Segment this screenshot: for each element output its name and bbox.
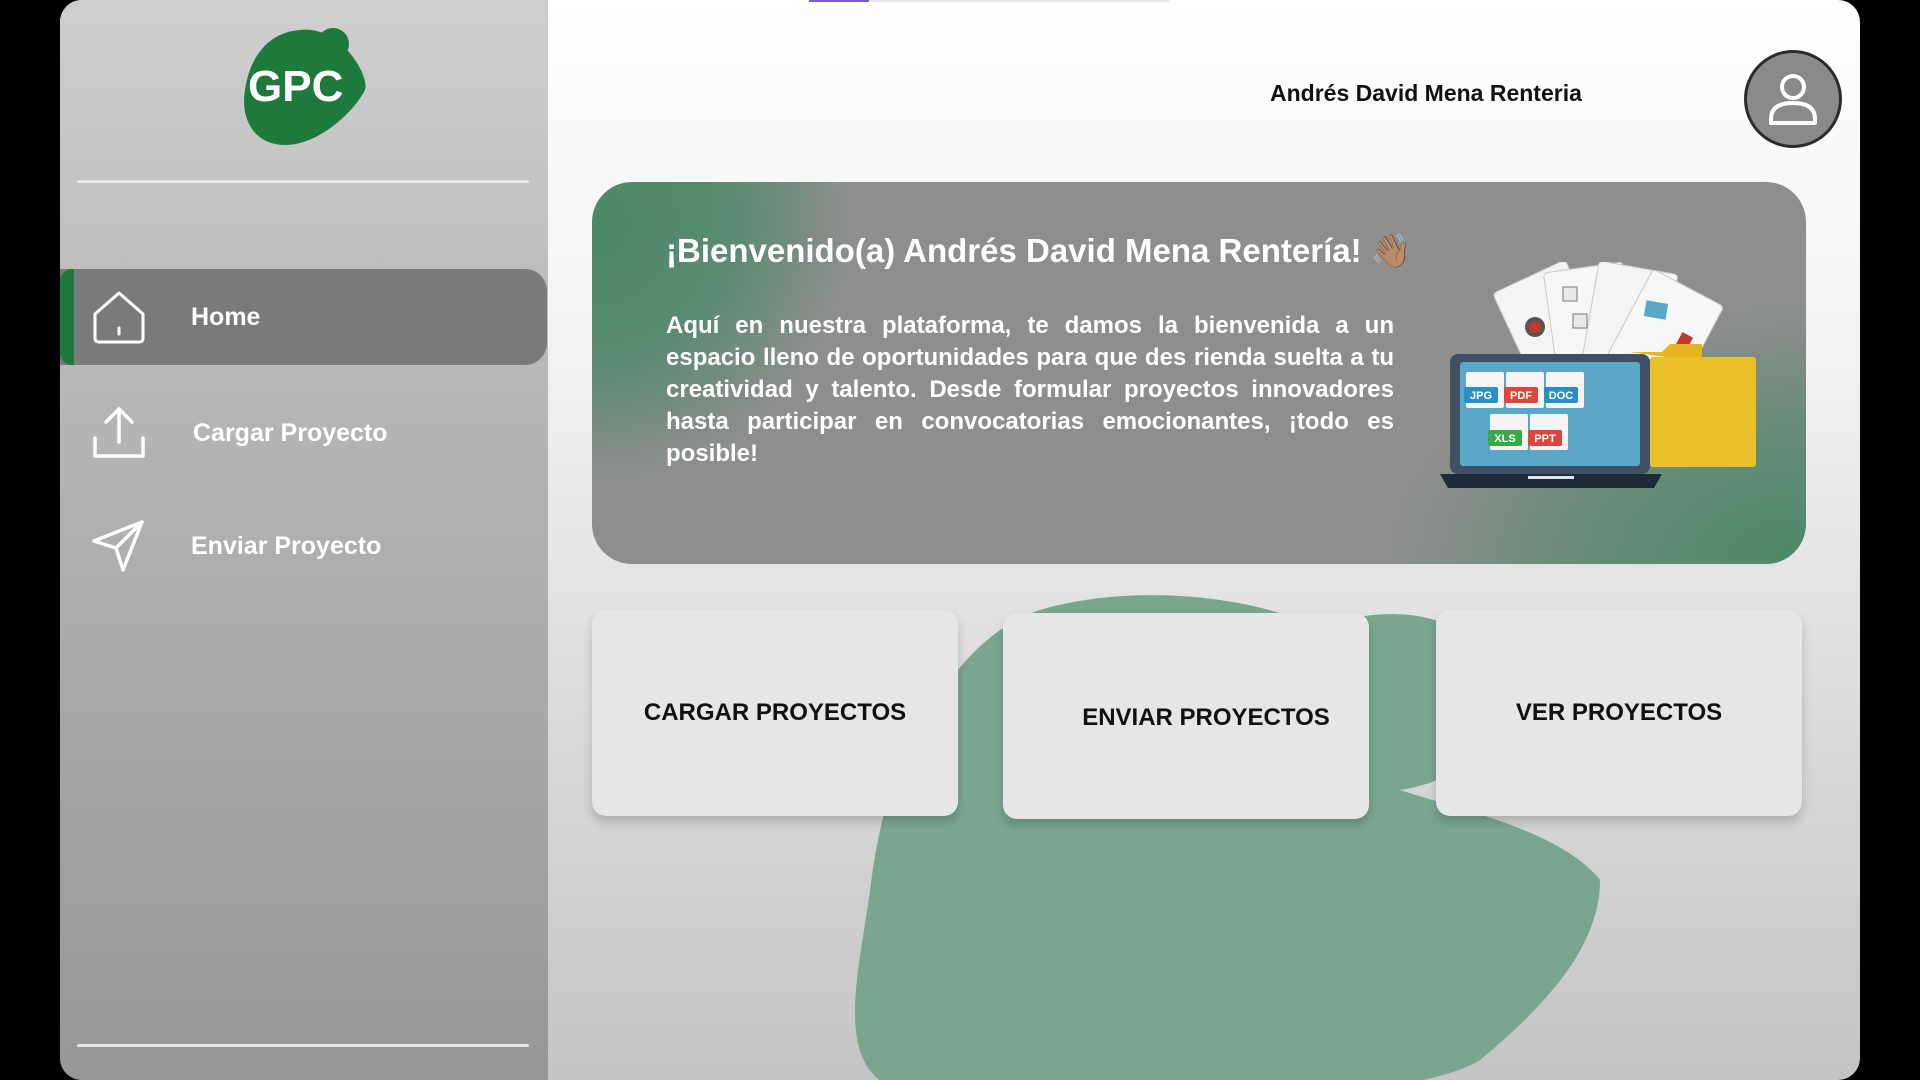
sidebar-item-label: Enviar Proyecto	[191, 531, 382, 560]
sidebar-divider-top	[77, 180, 529, 183]
sidebar-item-label: Home	[191, 302, 261, 331]
laptop-icon: JPG PDF DOC XLS PPT	[1440, 354, 1662, 488]
file-tag-doc: DOC	[1549, 390, 1574, 402]
file-tag-jpg: JPG	[1470, 390, 1492, 402]
card-label: CARGAR PROYECTOS	[643, 699, 907, 726]
top-accent-bar-light	[869, 0, 1169, 2]
card-label: VER PROYECTOS	[1515, 699, 1723, 726]
upload-icon	[93, 407, 145, 458]
file-tag-pdf: PDF	[1510, 390, 1532, 402]
top-accent-bar	[809, 0, 869, 2]
welcome-title: ¡Bienvenido(a) Andrés David Mena Renterí…	[666, 232, 1412, 269]
welcome-banner: ¡Bienvenido(a) Andrés David Mena Renterí…	[592, 182, 1806, 564]
user-avatar[interactable]	[1744, 50, 1842, 148]
sidebar: GPC Home Cargar Proyecto Enviar Proyecto	[60, 0, 548, 1080]
welcome-text: Aquí en nuestra plataforma, te damos la …	[666, 312, 1394, 467]
file-tag-ppt: PPT	[1534, 433, 1556, 445]
sidebar-item-home[interactable]: Home	[60, 269, 547, 365]
sidebar-divider-bottom	[77, 1044, 529, 1047]
sidebar-item-enviar-proyecto[interactable]: Enviar Proyecto	[60, 498, 547, 594]
sidebar-item-cargar-proyecto[interactable]: Cargar Proyecto	[60, 385, 547, 481]
user-name: Andrés David Mena Renteria	[1270, 80, 1582, 106]
app-window: GPC Home Cargar Proyecto Enviar Proyecto	[60, 0, 1860, 1080]
file-tag-xls: XLS	[1494, 433, 1515, 445]
home-icon	[93, 291, 145, 344]
card-label: ENVIAR PROYECTOS	[1082, 704, 1330, 731]
send-icon	[92, 520, 144, 572]
cargar-proyectos-card[interactable]: CARGAR PROYECTOS	[592, 610, 958, 816]
sidebar-item-label: Cargar Proyecto	[193, 418, 388, 447]
documents-illustration: JPG PDF DOC XLS PPT	[1440, 262, 1756, 488]
ver-proyectos-card[interactable]: VER PROYECTOS	[1436, 610, 1802, 816]
active-indicator	[60, 269, 74, 365]
enviar-proyectos-card[interactable]: ENVIAR PROYECTOS	[1003, 613, 1369, 819]
logo-text: GPC	[248, 62, 344, 111]
user-icon	[1769, 74, 1817, 125]
